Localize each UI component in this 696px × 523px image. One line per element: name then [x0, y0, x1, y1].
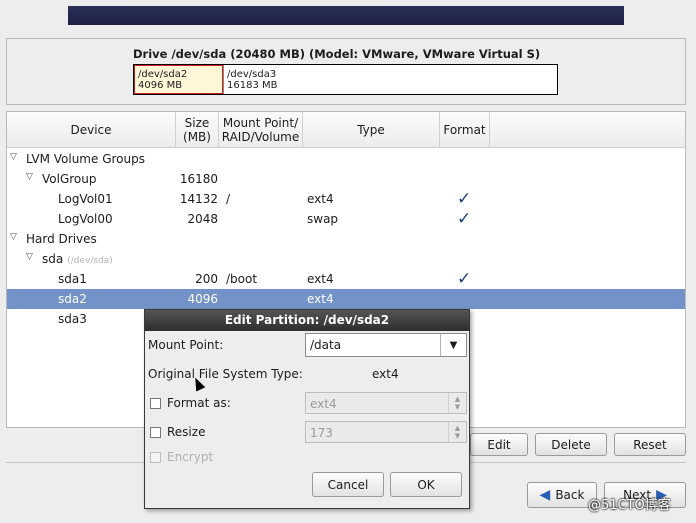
spin-arrows-icon: ▲ ▼: [448, 422, 466, 442]
row-size: 2048: [187, 212, 218, 226]
format-as-value: ext4: [310, 397, 337, 411]
column-format[interactable]: Format: [440, 112, 490, 148]
tree-row-sda2[interactable]: sda2 4096 ext4: [7, 289, 685, 309]
row-type: ext4: [307, 292, 334, 306]
original-fs-value: ext4: [372, 367, 399, 381]
row-device: LogVol01: [58, 192, 113, 206]
segment-size: 16183 MB: [227, 80, 278, 91]
column-device[interactable]: Device: [7, 112, 176, 148]
row-device: LVM Volume Groups: [26, 152, 145, 166]
tree-row-sda1[interactable]: sda1 200 /boot ext4 ✓: [7, 269, 685, 289]
row-mount: /: [226, 192, 231, 206]
expander-triangle-icon[interactable]: ▽: [26, 252, 33, 262]
drive-segment-sda3[interactable]: /dev/sda3 16183 MB: [223, 65, 557, 94]
dialog-title: Edit Partition: /dev/sda2: [145, 310, 469, 331]
format-as-checkbox[interactable]: [150, 398, 161, 409]
tree-row-lvm-groups[interactable]: ▽ LVM Volume Groups: [7, 149, 685, 169]
tree-row-hard-drives[interactable]: ▽ Hard Drives: [7, 229, 685, 249]
format-as-combo[interactable]: ext4 ▲ ▼: [305, 392, 467, 414]
segment-name: /dev/sda3: [227, 69, 277, 80]
row-size: 16180: [179, 172, 218, 186]
format-check-icon: ✓: [457, 209, 472, 229]
drive-title: Drive /dev/sda (20480 MB) (Model: VMware…: [133, 47, 541, 61]
cancel-button[interactable]: Cancel: [312, 472, 384, 497]
row-size: 14132: [179, 192, 218, 206]
column-size[interactable]: Size (MB): [176, 112, 219, 148]
segment-size: 4096 MB: [138, 80, 183, 91]
encrypt-checkbox[interactable]: [150, 452, 161, 463]
row-type: ext4: [307, 272, 334, 286]
chevron-down-icon[interactable]: ▼: [440, 334, 466, 356]
arrow-left-icon: ◀: [539, 487, 551, 503]
mount-point-value: /data: [310, 338, 342, 352]
row-size: 200: [195, 272, 218, 286]
row-device: Hard Drives: [26, 232, 97, 246]
row-device-path: (/dev/sda): [67, 256, 113, 266]
column-type[interactable]: Type: [303, 112, 440, 148]
drive-panel: Drive /dev/sda (20480 MB) (Model: VMware…: [6, 38, 686, 105]
tree-row-sda[interactable]: ▽ sda (/dev/sda): [7, 249, 685, 269]
row-device: sda3: [58, 312, 87, 326]
row-mount: /boot: [226, 272, 258, 286]
top-banner: [68, 6, 624, 25]
resize-label: Resize: [167, 425, 206, 439]
ok-button[interactable]: OK: [390, 472, 462, 497]
back-button[interactable]: ◀ Back: [527, 482, 597, 508]
back-label: Back: [555, 488, 585, 502]
format-check-icon: ✓: [457, 269, 472, 289]
tree-row-logvol00[interactable]: LogVol00 2048 swap ✓: [7, 209, 685, 229]
format-as-label: Format as:: [167, 396, 231, 410]
tree-row-logvol01[interactable]: LogVol01 14132 / ext4 ✓: [7, 189, 685, 209]
expander-triangle-icon[interactable]: ▽: [26, 172, 33, 182]
row-device: LogVol00: [58, 212, 113, 226]
row-size: 4096: [187, 292, 218, 306]
reset-button[interactable]: Reset: [614, 433, 686, 456]
expander-triangle-icon[interactable]: ▽: [10, 152, 17, 162]
drive-partition-map: /dev/sda2 4096 MB /dev/sda3 16183 MB: [133, 64, 558, 95]
resize-spinner[interactable]: 173 ▲ ▼: [305, 421, 467, 443]
resize-value: 173: [310, 426, 333, 440]
encrypt-label: Encrypt: [167, 450, 214, 464]
row-device-name: sda: [42, 252, 64, 266]
row-type: ext4: [307, 192, 334, 206]
edit-button[interactable]: Edit: [470, 433, 528, 456]
delete-button[interactable]: Delete: [535, 433, 607, 456]
expander-triangle-icon[interactable]: ▽: [10, 232, 17, 242]
segment-name: /dev/sda2: [138, 69, 188, 80]
mount-point-combo[interactable]: /data ▼: [305, 333, 467, 357]
mount-point-label: Mount Point:: [148, 338, 224, 352]
row-device: VolGroup: [42, 172, 97, 186]
original-fs-label: Original File System Type:: [148, 367, 303, 381]
table-header: Device Size (MB) Mount Point/ RAID/Volum…: [7, 112, 685, 148]
row-type: swap: [307, 212, 339, 226]
row-device: sda2: [58, 292, 87, 306]
row-device: sda1: [58, 272, 87, 286]
updown-arrows-icon: ▲ ▼: [448, 393, 466, 413]
format-check-icon: ✓: [457, 189, 472, 209]
column-mount-point[interactable]: Mount Point/ RAID/Volume: [219, 112, 303, 148]
resize-checkbox[interactable]: [150, 427, 161, 438]
drive-segment-sda2[interactable]: /dev/sda2 4096 MB: [134, 65, 223, 94]
tree-row-volgroup[interactable]: ▽ VolGroup 16180: [7, 169, 685, 189]
watermark: @51CTO博客: [588, 498, 671, 513]
edit-partition-dialog: Edit Partition: /dev/sda2 Mount Point: /…: [144, 309, 470, 509]
row-device: sda (/dev/sda): [42, 252, 113, 266]
